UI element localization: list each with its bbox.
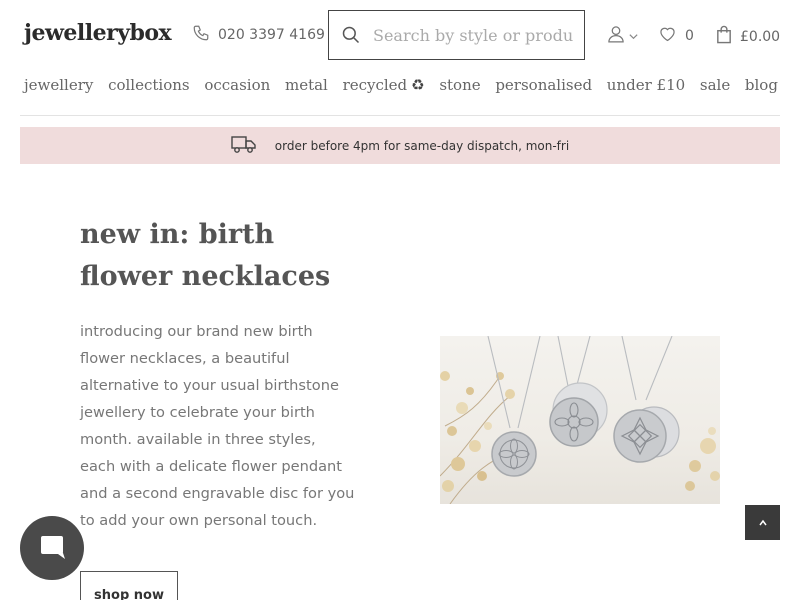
nav-item-metal[interactable]: metal bbox=[285, 76, 328, 94]
nav-item-sale[interactable]: sale bbox=[700, 76, 730, 94]
search-icon[interactable] bbox=[329, 25, 373, 45]
shop-now-button[interactable]: shop now bbox=[80, 571, 178, 600]
site-header: jewellerybox 020 3397 4169 0 £0.00 bbox=[0, 0, 800, 70]
chevron-down-icon bbox=[628, 27, 639, 46]
recycle-icon: ♻ bbox=[411, 76, 425, 94]
chat-bubble-icon bbox=[39, 533, 65, 563]
chat-launcher-button[interactable] bbox=[20, 516, 84, 580]
nav-item-jewellery[interactable]: jewellery bbox=[24, 76, 93, 94]
dispatch-banner: order before 4pm for same-day dispatch, … bbox=[20, 127, 780, 164]
nav-item-blog[interactable]: blog bbox=[745, 76, 778, 94]
nav-item-occasion[interactable]: occasion bbox=[204, 76, 270, 94]
hero-title: new in: birth flower necklaces bbox=[80, 219, 331, 292]
nav-item-stone[interactable]: stone bbox=[439, 76, 480, 94]
user-icon bbox=[606, 24, 626, 48]
nav-item-personalised[interactable]: personalised bbox=[495, 76, 592, 94]
search-input[interactable] bbox=[373, 25, 573, 45]
nav-item-under-10[interactable]: under £10 bbox=[607, 76, 685, 94]
shopping-bag-icon bbox=[716, 25, 732, 48]
cart-link[interactable]: £0.00 bbox=[716, 25, 780, 48]
chevron-up-icon bbox=[758, 513, 768, 532]
search-box[interactable] bbox=[328, 10, 585, 60]
dispatch-banner-text: order before 4pm for same-day dispatch, … bbox=[274, 138, 570, 153]
wishlist-link[interactable]: 0 bbox=[658, 25, 694, 46]
main-nav: jewellery collections occasion metal rec… bbox=[20, 76, 780, 116]
scroll-to-top-button[interactable] bbox=[745, 505, 780, 540]
wishlist-count: 0 bbox=[685, 27, 694, 44]
site-logo[interactable]: jewellerybox bbox=[24, 20, 172, 46]
nav-item-recycled[interactable]: recycled ♻ bbox=[343, 76, 425, 94]
birth-flower-necklaces-image[interactable] bbox=[440, 336, 720, 504]
heart-icon bbox=[658, 25, 677, 46]
account-menu[interactable] bbox=[606, 24, 639, 48]
phone-contact[interactable]: 020 3397 4169 bbox=[192, 24, 325, 46]
nav-item-collections[interactable]: collections bbox=[108, 76, 190, 94]
phone-icon bbox=[192, 24, 210, 46]
hero-description: introducing our brand new birth flower n… bbox=[80, 323, 355, 529]
cart-total: £0.00 bbox=[740, 28, 781, 45]
delivery-truck-icon bbox=[231, 134, 257, 158]
phone-number: 020 3397 4169 bbox=[218, 27, 325, 43]
